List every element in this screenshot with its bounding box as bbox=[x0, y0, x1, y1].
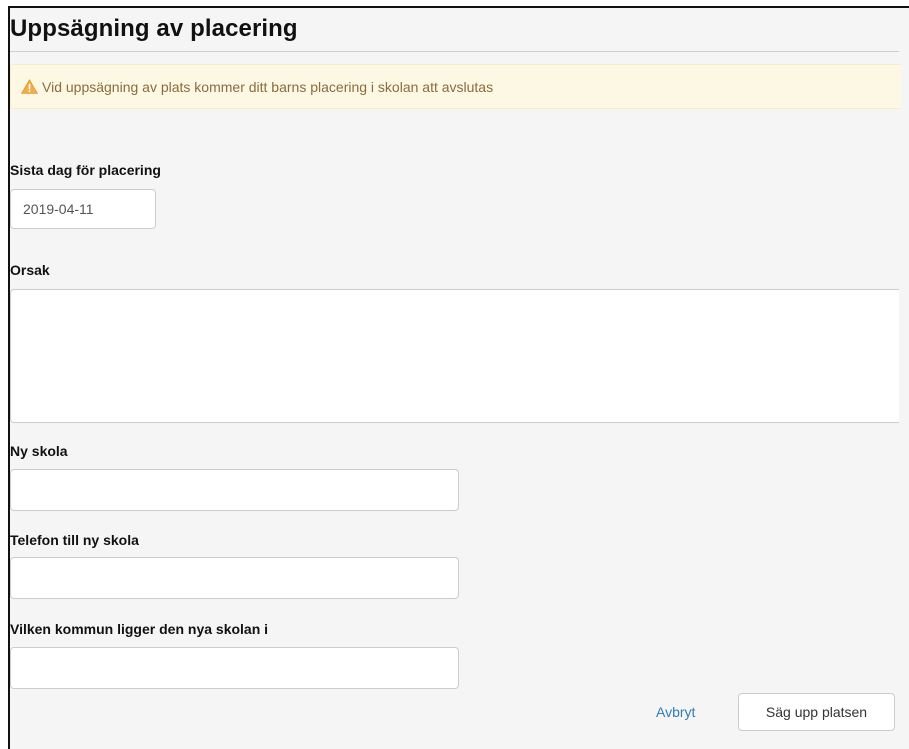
last-day-input[interactable] bbox=[10, 189, 156, 229]
new-school-municipality-label: Vilken kommun ligger den nya skolan i bbox=[10, 621, 269, 637]
warning-triangle-icon bbox=[21, 79, 38, 94]
last-day-label: Sista dag för placering bbox=[10, 162, 161, 178]
terminate-placement-button[interactable]: Säg upp platsen bbox=[738, 693, 895, 731]
new-school-input[interactable] bbox=[10, 469, 459, 511]
cancel-link[interactable]: Avbryt bbox=[656, 704, 695, 720]
new-school-phone-label: Telefon till ny skola bbox=[10, 532, 139, 548]
warning-alert: Vid uppsägning av plats kommer ditt barn… bbox=[10, 64, 901, 109]
new-school-phone-input[interactable] bbox=[10, 557, 459, 599]
reason-textarea[interactable] bbox=[10, 289, 899, 423]
alert-text: Vid uppsägning av plats kommer ditt barn… bbox=[42, 78, 494, 95]
new-school-municipality-input[interactable] bbox=[10, 647, 459, 689]
reason-label: Orsak bbox=[10, 262, 50, 278]
page-title: Uppsägning av placering bbox=[10, 15, 298, 42]
new-school-label: Ny skola bbox=[10, 443, 68, 459]
page-header: Uppsägning av placering bbox=[10, 14, 899, 52]
